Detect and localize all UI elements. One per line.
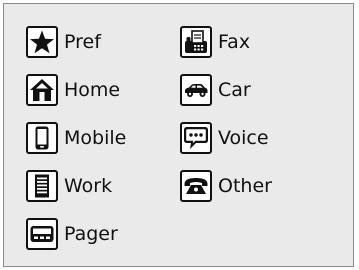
phone-type-label: Pref (64, 30, 101, 53)
phone-type-label: Work (64, 174, 113, 197)
mobile-phone-icon (26, 122, 58, 154)
pager-icon (26, 218, 58, 250)
phone-type-work[interactable]: Work (26, 168, 112, 204)
phone-type-label: Pager (64, 222, 118, 245)
phone-type-pref[interactable]: Pref (26, 24, 101, 60)
phone-type-legend: Pref Fax Home Car Mobile Voice Work Othe… (3, 3, 354, 267)
home-icon (26, 74, 58, 106)
phone-type-label: Home (64, 78, 121, 101)
phone-type-home[interactable]: Home (26, 72, 120, 108)
office-building-icon (26, 170, 58, 202)
phone-type-label: Voice (218, 126, 269, 149)
phone-type-other[interactable]: Other (180, 168, 272, 204)
phone-type-label: Other (218, 174, 272, 197)
fax-icon (180, 26, 212, 58)
phone-type-label: Mobile (64, 126, 127, 149)
phone-type-label: Car (218, 78, 251, 101)
phone-type-pager[interactable]: Pager (26, 216, 118, 252)
phone-type-voice[interactable]: Voice (180, 120, 269, 156)
phone-type-mobile[interactable]: Mobile (26, 120, 126, 156)
phone-type-car[interactable]: Car (180, 72, 251, 108)
car-icon (180, 74, 212, 106)
speech-bubble-icon (180, 122, 212, 154)
telephone-handset-icon (180, 170, 212, 202)
star-icon (26, 26, 58, 58)
phone-type-fax[interactable]: Fax (180, 24, 250, 60)
phone-type-label: Fax (218, 30, 251, 53)
